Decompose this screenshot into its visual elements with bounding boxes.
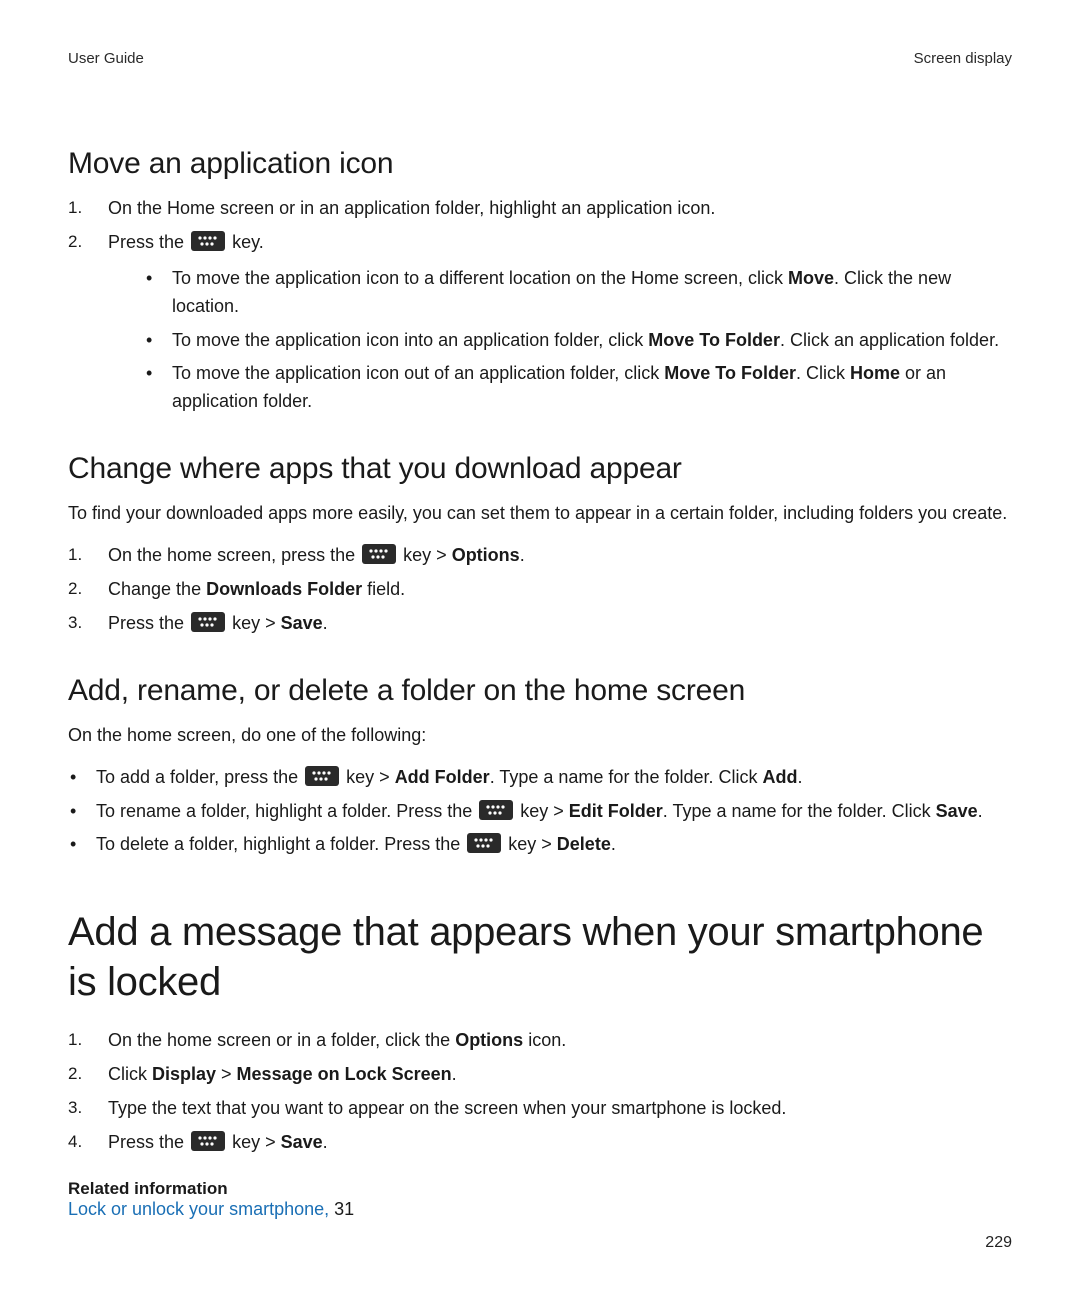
list-item: On the home screen or in a folder, click… [68,1027,1012,1055]
bold-text: Delete [557,834,611,854]
bold-text: Save [281,613,323,633]
intro-text: To find your downloaded apps more easily… [68,500,1012,528]
list-item: To rename a folder, highlight a folder. … [68,798,1012,826]
menu-key-icon [191,1131,225,1151]
bold-text: Save [936,801,978,821]
text: icon. [523,1030,566,1050]
text: key > [232,613,281,633]
menu-key-icon [305,766,339,786]
list-item: Press the key > Save. [68,1129,1012,1157]
text: . Click an application folder. [780,330,999,350]
move-app-steps: On the Home screen or in an application … [68,195,1012,416]
text: To delete a folder, highlight a folder. … [96,834,465,854]
bold-text: Add [763,767,798,787]
text: . [978,801,983,821]
list-item: On the Home screen or in an application … [68,195,1012,223]
text: To add a folder, press the [96,767,303,787]
list-item: Press the key > Save. [68,610,1012,638]
header-right: Screen display [914,50,1012,67]
text: On the home screen, press the [108,545,360,565]
heading-lock-message: Add a message that appears when your sma… [68,907,1012,1007]
text: . [611,834,616,854]
bold-text: Options [452,545,520,565]
text: On the home screen or in a folder, click… [108,1030,455,1050]
heading-folder-ops: Add, rename, or delete a folder on the h… [68,674,1012,708]
text: . Type a name for the folder. Click [663,801,936,821]
bold-text: Move To Folder [664,363,796,383]
text: . Click [796,363,850,383]
intro-text: On the home screen, do one of the follow… [68,722,1012,750]
text: . [520,545,525,565]
text: key > [232,1132,281,1152]
text: To move the application icon to a differ… [172,268,788,288]
text: To move the application icon out of an a… [172,363,664,383]
lock-message-steps: On the home screen or in a folder, click… [68,1027,1012,1157]
list-item: To move the application icon into an app… [136,327,1012,355]
bold-text: Display [152,1064,216,1084]
bold-text: Home [850,363,900,383]
related-page-ref: 31 [329,1199,354,1219]
text: Change the [108,579,206,599]
bold-text: Move [788,268,834,288]
list-item: To add a folder, press the key > Add Fol… [68,764,1012,792]
text: key > [403,545,452,565]
page-header: User Guide Screen display [68,50,1012,67]
list-item: Press the key. To move the application i… [68,229,1012,416]
text: . Type a name for the folder. Click [490,767,763,787]
list-item: Change the Downloads Folder field. [68,576,1012,604]
heading-change-download-location: Change where apps that you download appe… [68,452,1012,486]
header-left: User Guide [68,50,144,67]
text: key > [520,801,569,821]
text: To rename a folder, highlight a folder. … [96,801,477,821]
menu-key-icon [362,544,396,564]
text: Press the [108,232,189,252]
bold-text: Edit Folder [569,801,663,821]
text: field. [362,579,405,599]
list-item: Type the text that you want to appear on… [68,1095,1012,1123]
list-item: To move the application icon out of an a… [136,360,1012,416]
folder-bullets: To add a folder, press the key > Add Fol… [68,764,1012,860]
menu-key-icon [467,833,501,853]
text: To move the application icon into an app… [172,330,648,350]
heading-move-app-icon: Move an application icon [68,147,1012,181]
text: key > [508,834,557,854]
text: key > [346,767,395,787]
text: . [798,767,803,787]
sub-bullets: To move the application icon to a differ… [136,265,1012,416]
list-item: To delete a folder, highlight a folder. … [68,831,1012,859]
text: . [323,1132,328,1152]
text: Press the [108,613,189,633]
list-item: Click Display > Message on Lock Screen. [68,1061,1012,1089]
text: Press the [108,1132,189,1152]
text: > [216,1064,237,1084]
page-number: 229 [985,1234,1012,1252]
bold-text: Message on Lock Screen [237,1064,452,1084]
text: Click [108,1064,152,1084]
text: . [323,613,328,633]
related-info-heading: Related information [68,1179,1012,1199]
bold-text: Move To Folder [648,330,780,350]
bold-text: Save [281,1132,323,1152]
related-info-line: Lock or unlock your smartphone, 31 [68,1199,1012,1220]
bold-text: Options [455,1030,523,1050]
document-page: User Guide Screen display Move an applic… [0,0,1080,1296]
menu-key-icon [191,231,225,251]
text: key. [232,232,264,252]
menu-key-icon [191,612,225,632]
bold-text: Downloads Folder [206,579,362,599]
related-link[interactable]: Lock or unlock your smartphone, [68,1199,329,1219]
text: . [452,1064,457,1084]
text: On the Home screen or in an application … [108,198,715,218]
list-item: To move the application icon to a differ… [136,265,1012,321]
menu-key-icon [479,800,513,820]
bold-text: Add Folder [395,767,490,787]
download-steps: On the home screen, press the key > Opti… [68,542,1012,638]
list-item: On the home screen, press the key > Opti… [68,542,1012,570]
text: Type the text that you want to appear on… [108,1098,786,1118]
